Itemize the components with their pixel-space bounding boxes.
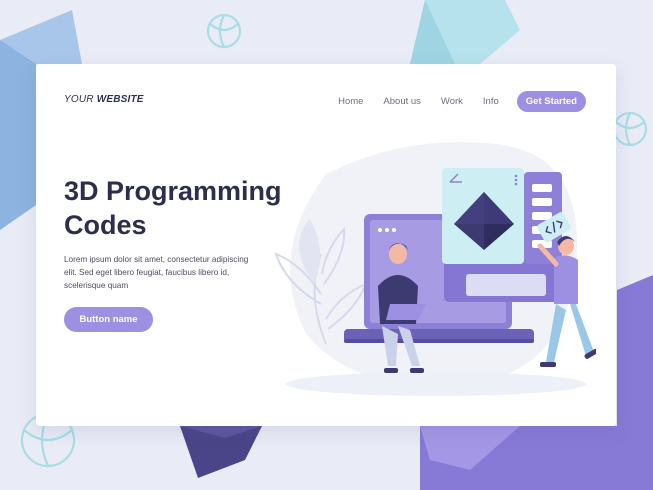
laptop-base-shadow	[344, 339, 534, 343]
hero-title-line2: Codes	[64, 210, 147, 240]
floor-shadow	[286, 372, 586, 396]
site-logo[interactable]: YOUR WEBSITE	[64, 94, 144, 105]
nav-link-home[interactable]: Home	[338, 96, 363, 107]
sphere-icon-right	[612, 111, 648, 147]
nav-link-work[interactable]: Work	[441, 96, 463, 107]
sphere-icon	[206, 13, 242, 49]
bg-blue-crystal-left-shade	[0, 40, 36, 230]
hero-illustration	[274, 142, 596, 396]
logo-prefix: YOUR	[64, 94, 94, 105]
hero-title-line1: 3D Programming	[64, 176, 282, 206]
nav-link-info[interactable]: Info	[483, 96, 499, 107]
hero-cta-button[interactable]: Button name	[64, 307, 153, 332]
code-panel-display	[466, 274, 546, 296]
logo-suffix: WEBSITE	[96, 94, 144, 105]
landing-card: YOUR WEBSITE Home About us Work Info Get…	[36, 64, 616, 426]
hero-description: Lorem ipsum dolor sit amet, consectetur …	[64, 255, 249, 290]
nav-link-about[interactable]: About us	[383, 96, 421, 107]
top-navigation: Home About us Work Info Get Started	[318, 91, 586, 112]
get-started-button[interactable]: Get Started	[516, 91, 586, 112]
